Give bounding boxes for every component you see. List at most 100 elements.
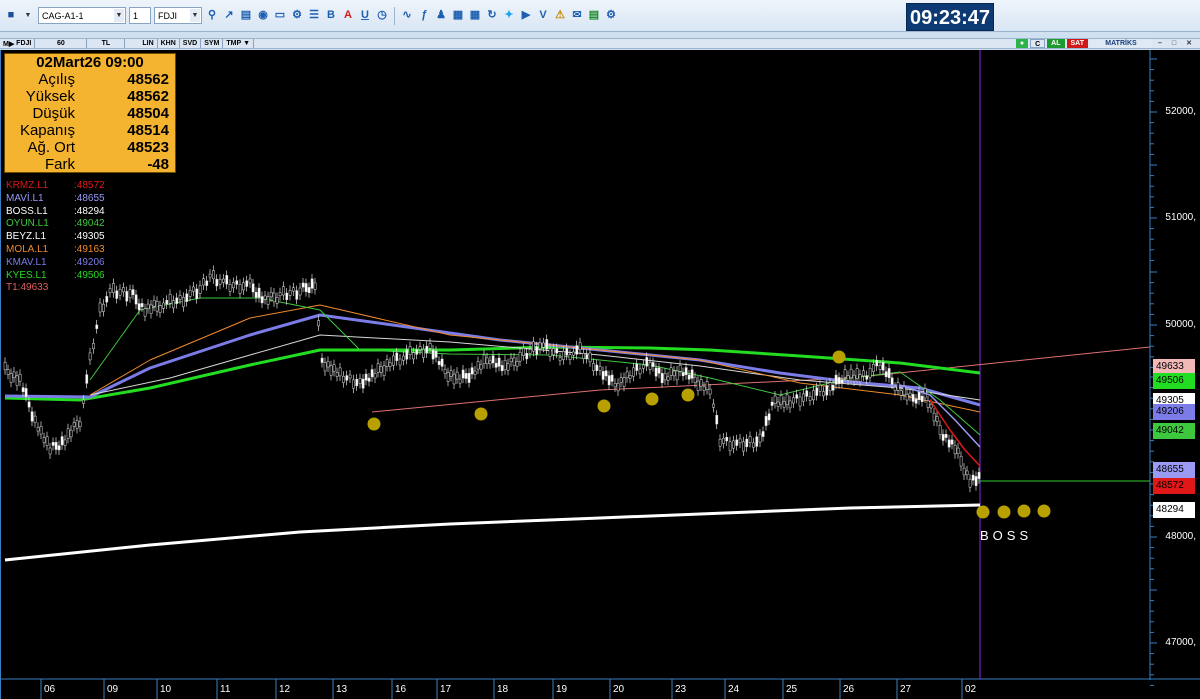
- mode-khn[interactable]: KHN: [158, 39, 180, 48]
- candle: [51, 442, 55, 446]
- legend-name: KRMZ.L1: [6, 180, 49, 191]
- bold-icon[interactable]: B: [324, 9, 338, 23]
- candle: [78, 421, 82, 428]
- candle: [708, 388, 712, 395]
- date-axis-label: 20: [613, 684, 625, 695]
- chart-line-icon[interactable]: ∿: [400, 9, 414, 23]
- alert-icon[interactable]: ⚠: [553, 9, 567, 23]
- chart-symbol-label: FDJI: [16, 40, 32, 47]
- info-label: Ağ. Ort: [27, 139, 75, 156]
- chevron-down-icon[interactable]: ▼: [21, 9, 35, 23]
- candle: [248, 278, 252, 284]
- candle: [735, 439, 739, 446]
- save-icon[interactable]: ■: [4, 9, 18, 23]
- price-tag: 49206: [1153, 404, 1195, 420]
- candle: [301, 282, 305, 288]
- mail-icon[interactable]: ✉: [570, 9, 584, 23]
- mode-lin-label: LIN: [142, 40, 154, 47]
- globe-icon[interactable]: ◉: [256, 9, 270, 23]
- candle: [503, 360, 507, 371]
- video-icon[interactable]: ▶: [519, 9, 533, 23]
- clock-icon[interactable]: ◷: [375, 9, 389, 23]
- date-axis-label: 11: [220, 684, 231, 695]
- candle: [24, 388, 28, 397]
- chart-canvas[interactable]: [0, 50, 1200, 699]
- candle: [449, 370, 453, 377]
- link-icon[interactable]: ●: [1015, 39, 1029, 48]
- period-select[interactable]: 60: [35, 39, 88, 48]
- candle: [788, 400, 792, 409]
- candle: [143, 308, 147, 317]
- candle: [666, 376, 670, 381]
- gear-icon[interactable]: ⚙: [604, 9, 618, 23]
- candle: [745, 438, 749, 448]
- underline-icon[interactable]: U: [358, 9, 372, 23]
- mode-tmp[interactable]: TMP ▼: [223, 39, 255, 48]
- candle: [545, 339, 549, 350]
- refresh-icon[interactable]: ↻: [485, 9, 499, 23]
- twitter-icon[interactable]: ✦: [502, 9, 516, 23]
- candle: [565, 348, 569, 356]
- c-icon[interactable]: C: [1030, 39, 1046, 48]
- mode-lin[interactable]: LIN: [139, 39, 158, 48]
- legend-item[interactable]: KYES.L1:49506: [6, 270, 105, 283]
- chart-type-icon[interactable]: ▤: [239, 9, 253, 23]
- monitor-icon[interactable]: ▭: [273, 9, 287, 23]
- text-color-icon[interactable]: A: [341, 9, 355, 23]
- candle: [128, 289, 132, 299]
- candle: [162, 302, 165, 309]
- candle: [728, 441, 732, 452]
- ticker-select[interactable]: FDJI ▼: [154, 7, 202, 24]
- function-icon[interactable]: ƒ: [417, 9, 431, 23]
- legend-item[interactable]: KRMZ.L1:48572: [6, 180, 105, 193]
- candle: [307, 287, 311, 293]
- candle: [779, 395, 783, 405]
- search-icon[interactable]: ⚲: [205, 9, 219, 23]
- legend-value: :49163: [74, 243, 105, 255]
- candle: [953, 445, 957, 455]
- table-icon[interactable]: ▦: [468, 9, 482, 23]
- export-icon[interactable]: ▤: [587, 9, 601, 23]
- candle: [434, 350, 438, 358]
- legend-item[interactable]: T1:49633: [6, 282, 105, 295]
- candle: [275, 297, 279, 304]
- candle: [702, 386, 706, 391]
- legend-item[interactable]: BOSS.L1:48294: [6, 206, 105, 219]
- users-icon[interactable]: ♟: [434, 9, 448, 23]
- currency-select[interactable]: TL: [87, 39, 126, 48]
- candle: [959, 456, 963, 467]
- cursor-icon[interactable]: ↗: [222, 9, 236, 23]
- buy-button[interactable]: AL: [1047, 39, 1065, 48]
- legend-item[interactable]: KMAV.L1:49206: [6, 257, 105, 270]
- mode-svd[interactable]: SVD: [180, 39, 202, 48]
- chart-symbol[interactable]: M▶ FDJI: [0, 39, 36, 48]
- legend-item[interactable]: MAVİ.L1:48655: [6, 193, 105, 206]
- legend-value: :49506: [74, 269, 105, 281]
- price-chart[interactable]: [0, 50, 1200, 699]
- settings-icon[interactable]: ⚙: [290, 9, 304, 23]
- legend-item[interactable]: BEYZ.L1:49305: [6, 231, 105, 244]
- candle: [538, 342, 542, 350]
- symbol-select[interactable]: CAG-A1-1 ▼: [38, 7, 126, 24]
- list-icon[interactable]: ☰: [307, 9, 321, 23]
- sell-button[interactable]: SAT: [1066, 39, 1088, 48]
- candle: [663, 373, 667, 381]
- calculator-icon[interactable]: ▦: [451, 9, 465, 23]
- candle: [613, 383, 617, 388]
- mode-sym[interactable]: SYM: [201, 39, 224, 48]
- legend-item[interactable]: OYUN.L1:49042: [6, 218, 105, 231]
- news-icon[interactable]: V: [536, 9, 550, 23]
- price-axis-label: 47000,: [1165, 637, 1196, 648]
- candle: [840, 379, 844, 384]
- candle: [102, 303, 105, 312]
- close-icon[interactable]: ✕: [1182, 39, 1196, 48]
- legend-name: BEYZ.L1: [6, 231, 47, 243]
- candle: [152, 300, 156, 307]
- candle: [852, 374, 856, 382]
- count-select[interactable]: 1: [129, 7, 151, 24]
- date-axis-label: 17: [440, 684, 452, 695]
- minimize-icon[interactable]: –: [1154, 39, 1166, 48]
- maximize-icon[interactable]: □: [1168, 39, 1180, 48]
- legend-item[interactable]: MOLA.L1:49163: [6, 244, 105, 257]
- candle: [905, 393, 909, 401]
